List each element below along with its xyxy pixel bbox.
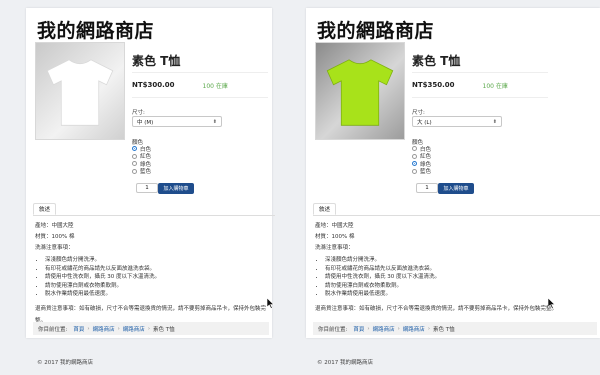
list-item: 有印花或繡花的商品請先以反面放進洗衣袋。 (45, 265, 273, 274)
product-page-left: 我的網路商店 素色 T恤 NT$300.00 100 在庫 尺寸: 中 (M) … (26, 8, 275, 338)
wash-heading: 洗滌注意事項： (35, 245, 74, 251)
breadcrumb-link-shop[interactable]: 網路商店 (373, 325, 395, 333)
breadcrumb-prefix: 你目前位置: (318, 326, 348, 333)
breadcrumb-link-shop[interactable]: 網路商店 (123, 325, 145, 333)
price-row: NT$300.00 100 在庫 (132, 72, 268, 98)
radio-button[interactable] (412, 161, 417, 167)
store-title: 我的網路商店 (37, 20, 155, 42)
list-item: 請使用中性洗衣劑，攝氏 30 度以下水溫清洗。 (325, 273, 599, 282)
chevron-down-icon: ⬍ (212, 118, 217, 125)
tshirt-image (46, 59, 114, 126)
tab-description[interactable]: 敘述 (313, 203, 337, 215)
list-item: 請勿使用漂白劑或衣物柔軟劑。 (325, 282, 599, 291)
product-description: 產地：中國大陸 材質：100% 棉 洗滌注意事項： 深淺顏色請分開洗淨。 有印花… (315, 220, 599, 314)
list-item: 脫水作業請使用最低速度。 (325, 290, 599, 299)
radio-button[interactable] (132, 153, 137, 159)
color-options: 白色 紅色 綠色 藍色 (132, 145, 151, 175)
radio-button[interactable] (412, 146, 417, 152)
material-text: 材質：100% 棉 (35, 234, 75, 240)
color-option-label: 藍色 (420, 169, 432, 176)
product-image (315, 42, 405, 140)
wash-list: 深淺顏色請分開洗淨。 有印花或繡花的商品請先以反面放進洗衣袋。 請使用中性洗衣劑… (315, 256, 599, 299)
breadcrumb-link-home[interactable]: 首頁 (353, 325, 364, 333)
add-to-cart-button[interactable]: 加入購物車 (158, 183, 194, 194)
list-item: 有印花或繡花的商品請先以反面放進洗衣袋。 (325, 265, 599, 274)
material-text: 材質：100% 棉 (315, 234, 355, 240)
product-price: NT$350.00 (412, 81, 455, 89)
list-item: 深淺顏色請分開洗淨。 (45, 256, 273, 265)
list-item: 深淺顏色請分開洗淨。 (325, 256, 599, 265)
tshirt-image (326, 59, 394, 126)
size-label: 尺寸: (132, 110, 145, 116)
product-page-right: 我的網路商店 素色 T恤 NT$350.00 100 在庫 尺寸: 大 (L) … (306, 8, 600, 338)
tab-description[interactable]: 敘述 (33, 203, 57, 215)
footer-copyright: © 2017 我的網路商店 (37, 360, 93, 366)
mouse-pointer-icon (548, 298, 556, 309)
tshirt-shape (326, 59, 394, 126)
origin-text: 產地：中國大陸 (35, 223, 74, 229)
size-selected-value: 大 (L) (417, 119, 432, 126)
product-description: 產地：中國大陸 材質：100% 棉 洗滌注意事項： 深淺顏色請分開洗淨。 有印花… (35, 220, 273, 324)
breadcrumb-separator: › (397, 325, 400, 332)
list-item: 請使用中性洗衣劑，攝氏 30 度以下水溫清洗。 (45, 273, 273, 282)
radio-button[interactable] (132, 168, 137, 174)
breadcrumb-separator: › (427, 325, 431, 332)
radio-button[interactable] (132, 161, 137, 167)
tab-bar: 敘述 (33, 203, 275, 216)
breadcrumb-link-shop[interactable]: 網路商店 (403, 325, 425, 333)
breadcrumb-separator: › (87, 325, 90, 332)
size-select[interactable]: 大 (L) ⬍ (412, 116, 502, 127)
list-item: 請勿使用漂白劑或衣物柔軟劑。 (45, 282, 273, 291)
tshirt-shape (46, 59, 114, 126)
footer-copyright: © 2017 我的網路商店 (317, 360, 373, 366)
breadcrumb-prefix: 你目前位置: (38, 326, 68, 333)
wash-list: 深淺顏色請分開洗淨。 有印花或繡花的商品請先以反面放進洗衣袋。 請使用中性洗衣劑… (35, 256, 273, 299)
origin-text: 產地：中國大陸 (315, 223, 354, 229)
breadcrumb-link-home[interactable]: 首頁 (73, 325, 84, 333)
quantity-input[interactable]: 1 (416, 183, 438, 193)
product-image (35, 42, 125, 140)
product-price: NT$300.00 (132, 81, 175, 89)
product-name: 素色 T恤 (132, 54, 181, 68)
mouse-pointer-icon (267, 298, 275, 309)
price-row: NT$350.00 100 在庫 (412, 72, 548, 98)
breadcrumb-separator: › (367, 325, 370, 332)
product-name: 素色 T恤 (412, 54, 461, 68)
breadcrumb-current: 素色 T恤 (433, 326, 455, 333)
add-to-cart-button[interactable]: 加入購物車 (438, 183, 474, 194)
breadcrumb-separator: › (147, 325, 151, 332)
stock-status: 100 在庫 (202, 82, 228, 90)
store-title: 我的網路商店 (317, 20, 435, 42)
radio-button[interactable] (132, 146, 137, 152)
radio-button[interactable] (412, 153, 417, 159)
breadcrumb: 你目前位置: 首頁 › 網路商店 › 網路商店 › 素色 T恤 (33, 322, 269, 335)
breadcrumb-link-shop[interactable]: 網路商店 (93, 325, 115, 333)
chevron-down-icon: ⬍ (492, 118, 497, 125)
radio-button[interactable] (412, 168, 417, 174)
size-selected-value: 中 (M) (137, 119, 154, 126)
quantity-input[interactable]: 1 (136, 183, 158, 193)
return-notice: 退商貨注意事項：如有破損，尺寸不合等需退換貨的情況，請不要剪掉商品吊卡，保持外包… (315, 305, 558, 312)
size-select[interactable]: 中 (M) ⬍ (132, 116, 222, 127)
color-options: 白色 紅色 綠色 藍色 (412, 145, 431, 175)
breadcrumb: 你目前位置: 首頁 › 網路商店 › 網路商店 › 素色 T恤 (313, 322, 597, 335)
tab-bar: 敘述 (313, 203, 600, 216)
color-option-label: 藍色 (140, 169, 152, 176)
stock-status: 100 在庫 (482, 82, 508, 90)
wash-heading: 洗滌注意事項： (315, 245, 354, 251)
size-label: 尺寸: (412, 110, 425, 116)
color-option-blue[interactable]: 藍色 (412, 168, 432, 176)
breadcrumb-separator: › (117, 325, 120, 332)
list-item: 脫水作業請使用最低速度。 (45, 290, 273, 299)
return-notice: 退商貨注意事項：如有破損，尺寸不合等需退換貨的情況，請不要剪掉商品吊卡，保持外包… (35, 305, 267, 324)
color-option-blue[interactable]: 藍色 (132, 168, 152, 176)
breadcrumb-current: 素色 T恤 (153, 326, 175, 333)
